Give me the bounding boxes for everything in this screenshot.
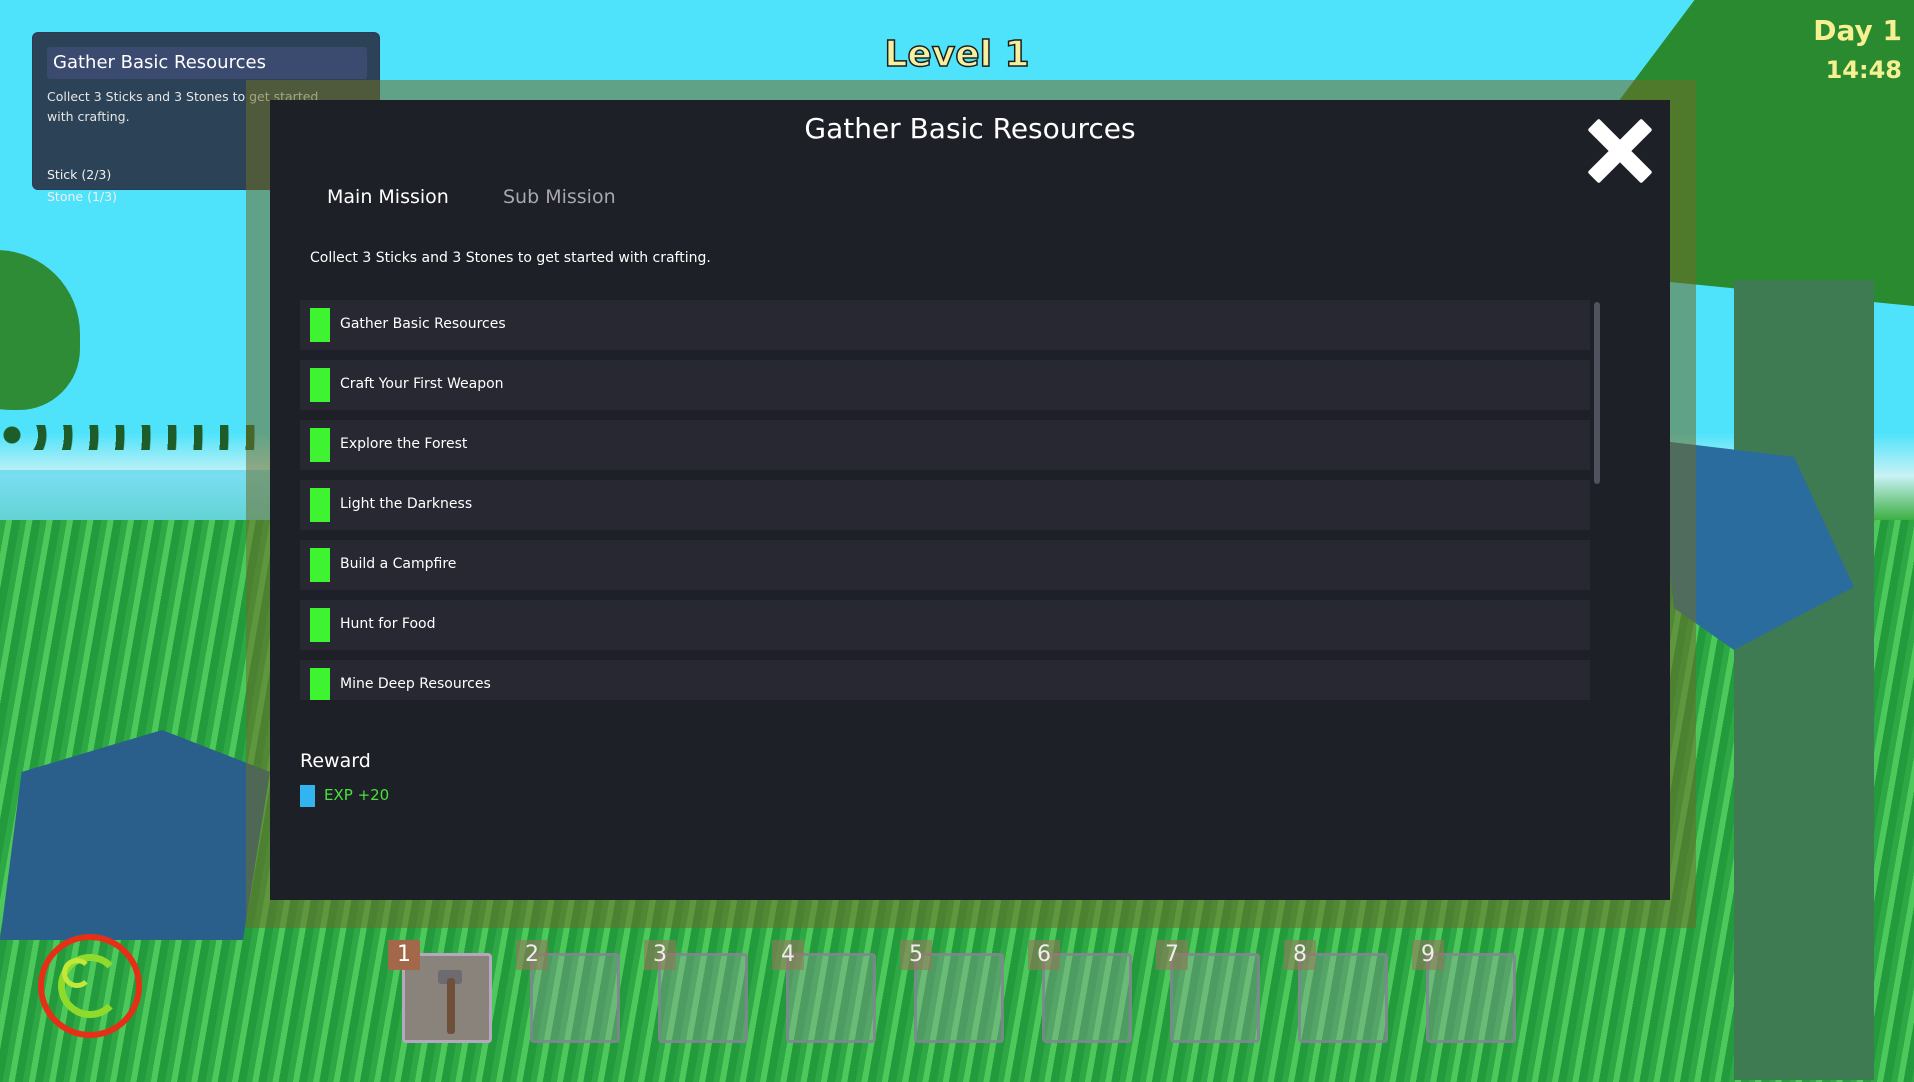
mission-row[interactable]: Craft Your First Weapon bbox=[300, 360, 1590, 410]
stamina-ring-icon bbox=[38, 934, 142, 1038]
mission-label: Craft Your First Weapon bbox=[340, 376, 504, 392]
complete-marker bbox=[310, 548, 330, 582]
mission-label: Light the Darkness bbox=[340, 496, 473, 512]
close-button[interactable] bbox=[1586, 117, 1654, 185]
day-counter: Day 1 bbox=[1813, 14, 1902, 47]
complete-marker bbox=[310, 428, 330, 462]
reward-value: EXP +20 bbox=[324, 786, 390, 804]
mission-label: Build a Campfire bbox=[340, 556, 457, 572]
tab-main-mission[interactable]: Main Mission bbox=[327, 186, 449, 208]
mission-row[interactable]: Build a Campfire bbox=[300, 540, 1590, 590]
slot-number: 8 bbox=[1284, 940, 1316, 970]
complete-marker bbox=[310, 608, 330, 642]
mission-row[interactable]: Hunt for Food bbox=[300, 600, 1590, 650]
hammer-handle bbox=[447, 978, 455, 1034]
slot-number: 2 bbox=[516, 940, 548, 970]
complete-marker bbox=[310, 368, 330, 402]
slot-number: 7 bbox=[1156, 940, 1188, 970]
slot-number: 6 bbox=[1028, 940, 1060, 970]
tracker-objective: Stone (1/3) bbox=[47, 189, 117, 204]
tree-canopy-left bbox=[0, 250, 80, 410]
mission-row[interactable]: Gather Basic Resources bbox=[300, 300, 1590, 350]
mission-row[interactable]: Light the Darkness bbox=[300, 480, 1590, 530]
tab-sub-mission[interactable]: Sub Mission bbox=[503, 186, 616, 208]
complete-marker bbox=[310, 668, 330, 700]
slot-number: 5 bbox=[900, 940, 932, 970]
complete-marker bbox=[310, 488, 330, 522]
tracker-objective: Stick (2/3) bbox=[47, 167, 112, 182]
mission-row[interactable]: Explore the Forest bbox=[300, 420, 1590, 470]
game-clock: 14:48 bbox=[1825, 56, 1902, 84]
mission-label: Gather Basic Resources bbox=[340, 316, 506, 332]
stamina-core-ring bbox=[62, 958, 92, 988]
tree-trunk-right bbox=[1734, 280, 1874, 1080]
mission-list-scrollbar[interactable] bbox=[1594, 302, 1600, 484]
mission-description: Collect 3 Sticks and 3 Stones to get sta… bbox=[310, 250, 711, 266]
slot-number: 9 bbox=[1412, 940, 1444, 970]
slot-number: 4 bbox=[772, 940, 804, 970]
mission-row[interactable]: Mine Deep Resources bbox=[300, 660, 1590, 700]
exp-icon bbox=[300, 785, 315, 807]
level-indicator: Level 1 bbox=[884, 33, 1031, 76]
dialog-title: Gather Basic Resources bbox=[804, 112, 1136, 145]
reward-heading: Reward bbox=[300, 750, 371, 772]
complete-marker bbox=[310, 308, 330, 342]
mission-label: Mine Deep Resources bbox=[340, 676, 491, 692]
slot-number: 3 bbox=[644, 940, 676, 970]
mission-list[interactable]: Gather Basic Resources Craft Your First … bbox=[300, 300, 1590, 700]
slot-number: 1 bbox=[388, 940, 420, 970]
mission-label: Hunt for Food bbox=[340, 616, 436, 632]
mission-label: Explore the Forest bbox=[340, 436, 468, 452]
mission-dialog: Gather Basic Resources Main Mission Sub … bbox=[270, 100, 1670, 900]
